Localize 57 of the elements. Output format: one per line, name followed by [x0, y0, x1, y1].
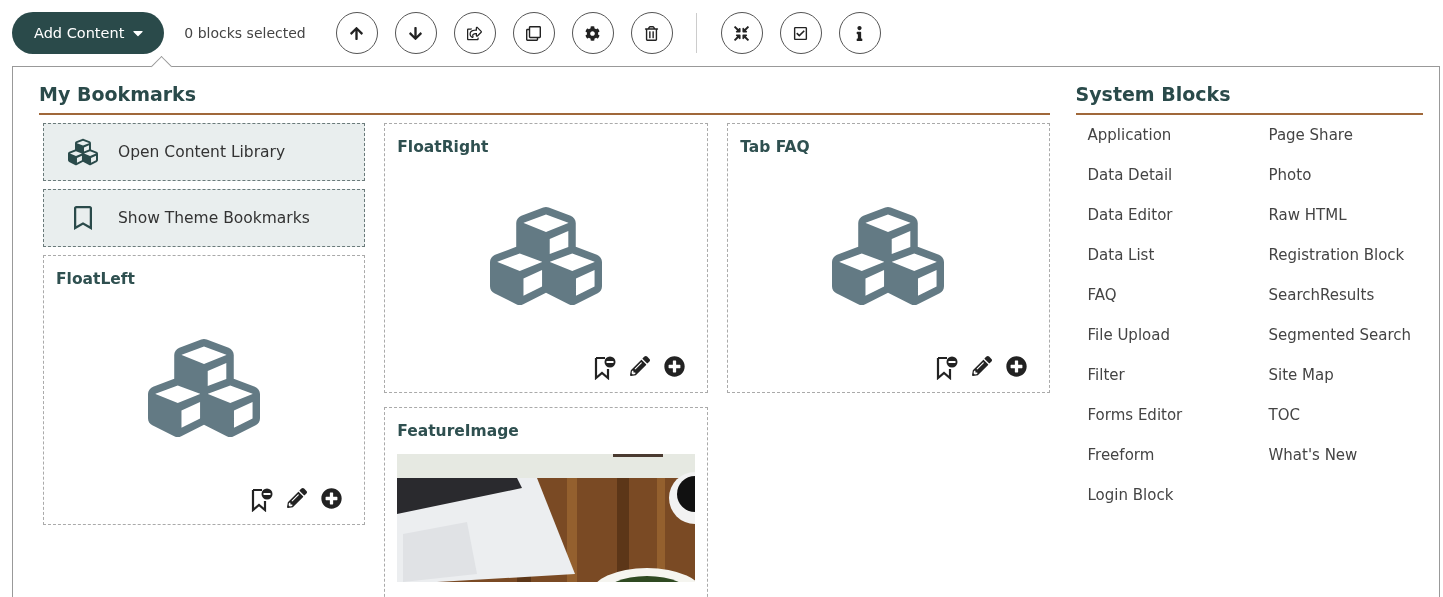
add-button[interactable]: [664, 356, 686, 380]
settings-button[interactable]: [571, 12, 614, 54]
settings-icon: [585, 25, 601, 41]
compress-icon: [734, 25, 750, 41]
card-title: FloatRight: [397, 138, 490, 156]
system-block-link[interactable]: File Upload: [1087, 323, 1269, 363]
system-block-link[interactable]: Raw HTML: [1268, 203, 1423, 243]
bookmark-remove-icon: [935, 356, 958, 380]
system-block-link[interactable]: SearchResults: [1268, 283, 1423, 323]
system-block-link[interactable]: Data Editor: [1087, 203, 1269, 243]
system-block-link[interactable]: Segmented Search: [1268, 323, 1423, 363]
system-block-link[interactable]: Application: [1087, 123, 1269, 163]
move-down-button[interactable]: [394, 12, 437, 54]
system-block-link[interactable]: Filter: [1087, 363, 1269, 403]
card-title: FeatureImage: [397, 422, 520, 440]
add-content-button[interactable]: Add Content: [12, 12, 165, 54]
bookmark-remove-icon: [251, 488, 274, 512]
move-down-icon: [408, 25, 424, 41]
system-block-link[interactable]: Data Detail: [1087, 163, 1269, 203]
system-block-link[interactable]: TOC: [1268, 403, 1423, 443]
selection-count: 0 blocks selected: [184, 25, 306, 41]
section-heading: My Bookmarks: [39, 79, 1050, 115]
action-tile[interactable]: Open Content Library: [43, 123, 366, 181]
add-button[interactable]: [1005, 356, 1027, 380]
delete-icon: [644, 25, 660, 41]
compress-button[interactable]: [720, 12, 763, 54]
system-block-link[interactable]: Photo: [1268, 163, 1423, 203]
system-block-link[interactable]: FAQ: [1087, 283, 1269, 323]
bookmark-icon: [71, 206, 95, 230]
move-up-button[interactable]: [335, 12, 378, 54]
system-block-link[interactable]: Forms Editor: [1087, 403, 1269, 443]
info-button[interactable]: [838, 12, 881, 54]
section-heading: System Blocks: [1075, 79, 1423, 115]
system-block-link[interactable]: Page Share: [1268, 123, 1423, 163]
system-block-link[interactable]: Login Block: [1087, 483, 1269, 523]
share-icon: [467, 25, 483, 41]
remove-bookmark-button[interactable]: [251, 488, 274, 512]
system-block-link[interactable]: Freeform: [1087, 443, 1269, 483]
card-title: FloatLeft: [56, 270, 136, 288]
bookmark-remove-icon: [594, 356, 617, 380]
remove-bookmark-button[interactable]: [594, 356, 617, 380]
system-block-link[interactable]: Registration Block: [1268, 243, 1423, 283]
cubes-icon: [68, 137, 98, 167]
copy-icon: [526, 25, 542, 41]
system-block-link[interactable]: Site Map: [1268, 363, 1423, 403]
move-up-icon: [349, 25, 365, 41]
share-button[interactable]: [453, 12, 496, 54]
checkbox-icon: [793, 25, 809, 41]
system-block-link[interactable]: What's New: [1268, 443, 1423, 483]
copy-button[interactable]: [512, 12, 555, 54]
delete-button[interactable]: [630, 12, 673, 54]
add-button[interactable]: [321, 488, 343, 512]
remove-bookmark-button[interactable]: [935, 356, 958, 380]
card-title: Tab FAQ: [740, 138, 811, 156]
action-tile[interactable]: Show Theme Bookmarks: [43, 189, 366, 247]
system-block-link[interactable]: Data List: [1087, 243, 1269, 283]
checkbox-button[interactable]: [779, 12, 822, 54]
